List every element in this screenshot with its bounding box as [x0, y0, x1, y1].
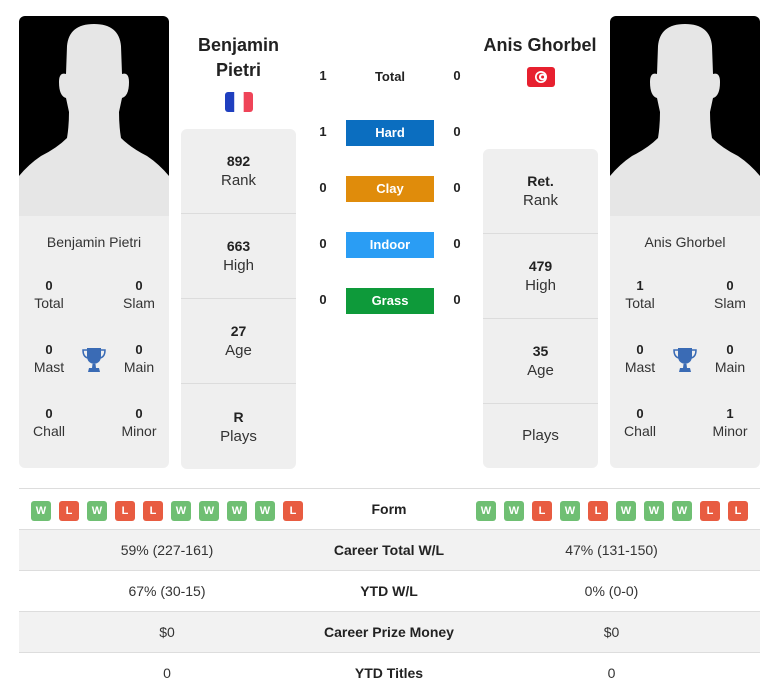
career-prize-row: $0 Career Prize Money $0	[19, 612, 760, 653]
player1-photo	[19, 16, 169, 216]
ytd-wl-row: 67% (30-15) YTD W/L 0% (0-0)	[19, 571, 760, 612]
form-loss-badge[interactable]: L	[728, 501, 748, 521]
career-wl-row: 59% (227-161) Career Total W/L 47% (131-…	[19, 530, 760, 571]
player1-form-badges: WLWLLWWWWL	[31, 501, 303, 521]
player1-main-titles: 0 Main	[123, 342, 155, 375]
form-win-badge[interactable]: W	[644, 501, 664, 521]
player2-rank: Ret. Rank	[483, 149, 598, 234]
player1-stats-panel: 892 Rank 663 High 27 Age R Plays	[181, 129, 296, 469]
h2h-row-total: 1 Total 0	[300, 64, 480, 90]
trophy-icon	[82, 348, 106, 372]
player1-minor-titles: 0 Minor	[121, 406, 157, 439]
player1-name-heading[interactable]: Benjamin Pietri	[181, 33, 296, 83]
ytd-titles-row: 0 YTD Titles 0	[163, 665, 616, 681]
h2h-row-grass: 0 Grass 0	[300, 288, 480, 314]
avatar-silhouette-icon	[610, 24, 760, 216]
player1-rank: 892 Rank	[181, 129, 296, 214]
surface-hard-button[interactable]: Hard	[346, 120, 434, 146]
form-loss-badge[interactable]: L	[588, 501, 608, 521]
h2h-row-indoor: 0 Indoor 0	[300, 232, 480, 258]
form-win-badge[interactable]: W	[476, 501, 496, 521]
surface-total-label: Total	[374, 69, 406, 84]
player1-card-name: Benjamin Pietri	[46, 234, 142, 250]
player2-photo	[610, 16, 760, 216]
france-flag-icon	[225, 92, 253, 112]
player2-age: 35 Age	[483, 319, 598, 404]
form-win-badge[interactable]: W	[560, 501, 580, 521]
player2-card-name: Anis Ghorbel	[644, 234, 726, 250]
form-loss-badge[interactable]: L	[59, 501, 79, 521]
avatar-silhouette-icon	[19, 24, 169, 216]
player2-mast-titles: 0 Mast	[624, 342, 656, 375]
player2-form-badges: WWLWLWWWLL	[476, 501, 748, 521]
surface-clay-button[interactable]: Clay	[346, 176, 434, 202]
player1-slam-titles: 0 Slam	[123, 278, 155, 311]
player1-mast-titles: 0 Mast	[33, 342, 65, 375]
form-win-badge[interactable]: W	[255, 501, 275, 521]
form-win-badge[interactable]: W	[171, 501, 191, 521]
player1-plays: R Plays	[220, 408, 257, 445]
player1-age: 27 Age	[181, 299, 296, 384]
form-label: Form	[371, 501, 407, 517]
h2h-row-clay: 0 Clay 0	[300, 176, 480, 202]
player2-name-heading[interactable]: Anis Ghorbel	[470, 33, 610, 58]
player1-chall-titles: 0 Chall	[33, 406, 65, 439]
player2-titles-card: Anis Ghorbel 1 Total 0 Slam 0 Mast 0 Mai…	[610, 216, 760, 468]
form-loss-badge[interactable]: L	[532, 501, 552, 521]
player2-plays: Plays	[522, 427, 559, 444]
form-loss-badge[interactable]: L	[143, 501, 163, 521]
surface-grass-button[interactable]: Grass	[346, 288, 434, 314]
player2-chall-titles: 0 Chall	[624, 406, 656, 439]
player2-minor-titles: 1 Minor	[712, 406, 748, 439]
comparison-table: WLWLLWWWWL Form WWLWLWWWLL 59% (227-161)…	[19, 488, 760, 694]
player1-titles-card: Benjamin Pietri 0 Total 0 Slam 0 Mast 0 …	[19, 216, 169, 468]
player2-slam-titles: 0 Slam	[714, 278, 746, 311]
h2h-row-hard: 1 Hard 0	[300, 120, 480, 146]
form-row: WLWLLWWWWL Form WWLWLWWWLL	[19, 489, 760, 530]
player1-total-titles: 0 Total	[34, 278, 64, 311]
player2-stats-panel: Ret. Rank 479 High 35 Age Plays	[483, 149, 598, 468]
surface-indoor-button[interactable]: Indoor	[346, 232, 434, 258]
player2-main-titles: 0 Main	[714, 342, 746, 375]
form-win-badge[interactable]: W	[87, 501, 107, 521]
form-win-badge[interactable]: W	[31, 501, 51, 521]
tunisia-flag-icon	[527, 67, 555, 87]
player2-total-titles: 1 Total	[625, 278, 655, 311]
form-loss-badge[interactable]: L	[115, 501, 135, 521]
form-win-badge[interactable]: W	[672, 501, 692, 521]
form-win-badge[interactable]: W	[199, 501, 219, 521]
player2-high: 479 High	[483, 234, 598, 319]
form-win-badge[interactable]: W	[504, 501, 524, 521]
form-loss-badge[interactable]: L	[700, 501, 720, 521]
trophy-icon	[673, 348, 697, 372]
player1-high: 663 High	[181, 214, 296, 299]
form-win-badge[interactable]: W	[227, 501, 247, 521]
form-win-badge[interactable]: W	[616, 501, 636, 521]
